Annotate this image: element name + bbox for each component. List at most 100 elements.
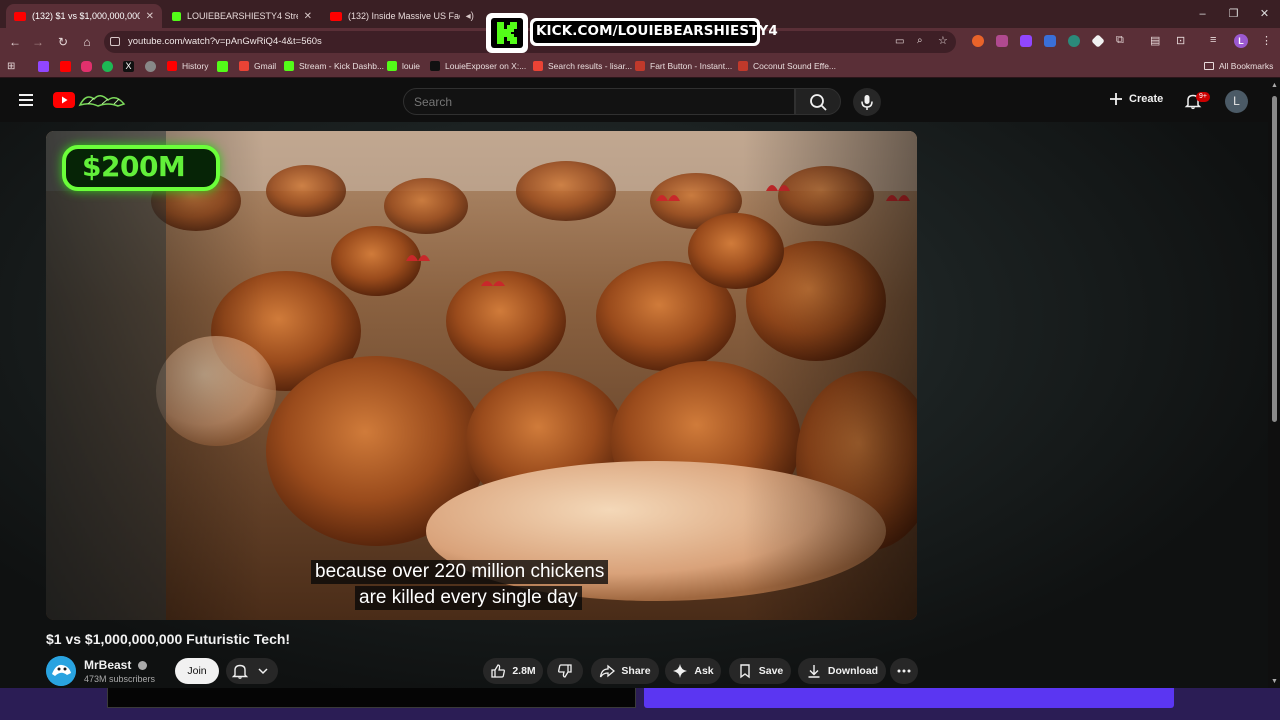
verified-icon [137,661,147,671]
channel-doodle-logo[interactable] [78,91,128,109]
bookmark[interactable]: Fart Button - Instant... [635,61,732,71]
home-icon[interactable]: ⌂ [79,34,95,50]
downloads-icon[interactable]: ⊡ [1176,34,1185,47]
site-info-icon[interactable] [110,37,120,46]
caption-line-2: are killed every single day [355,586,582,610]
bookmark[interactable] [81,61,92,72]
bookmark[interactable] [102,61,113,72]
menu-icon[interactable]: ⋮ [1261,34,1272,47]
zoom-icon[interactable]: ⌕ [917,35,923,46]
tab-title: (132) Inside Massive US Factories [348,11,460,21]
bookmark[interactable] [217,61,228,72]
x-icon: X [123,61,134,72]
extension-icon[interactable] [972,35,984,47]
url-text[interactable]: youtube.com/watch?v=pAnGwRiQ4-4&t=560s [128,36,322,47]
scrollbar-thumb[interactable] [1272,96,1277,422]
bookmark-label: Coconut Sound Effe... [753,61,837,71]
subscriber-count: 473M subscribers [84,674,156,684]
share-button[interactable]: Share [591,658,659,684]
back-icon[interactable]: ← [7,34,23,50]
tab-kick-stream[interactable]: LOUIEBEARSHIESTY4 Stream - Kick ✕ [164,4,320,28]
sidepanel-icon[interactable]: ▤ [1150,34,1160,47]
x-icon [430,61,440,71]
overlay-panel-left [107,688,636,708]
channel-name-text: MrBeast [84,658,132,672]
bookmark[interactable]: Coconut Sound Effe... [738,61,836,71]
video-title: $1 vs $1,000,000,000 Futuristic Tech! [46,631,291,647]
bookmark[interactable]: Stream - Kick Dashb... [284,61,384,71]
bookmark[interactable] [145,61,156,72]
bookmark-label: Fart Button - Instant... [650,61,733,71]
twitch-extension-icon[interactable] [1020,35,1032,47]
kick-icon [172,11,181,21]
minimize-icon[interactable]: – [1187,0,1218,28]
video-player[interactable] [46,131,917,620]
close-icon[interactable]: ✕ [304,11,312,22]
reload-icon[interactable]: ↻ [55,34,71,50]
close-icon[interactable]: ✕ [146,11,154,22]
extension-icon[interactable] [1044,35,1056,47]
bookmark[interactable]: Gmail [239,61,276,71]
join-button[interactable]: Join [175,658,219,684]
dislike-button[interactable] [547,658,583,684]
bookmark[interactable]: X [123,61,134,72]
apps-icon[interactable]: ⊞ [7,61,15,72]
download-icon [808,665,820,678]
puzzle-icon[interactable]: ⧉ [1116,34,1124,47]
kick-icon [217,61,228,72]
bookmark[interactable] [38,61,49,72]
create-button[interactable]: Create [1108,91,1163,107]
channel-avatar[interactable] [46,656,76,686]
forward-icon[interactable]: → [30,34,46,50]
thumbs-up-icon [491,664,506,678]
tab-factories-video[interactable]: (132) Inside Massive US Factories ◂) [322,4,482,28]
globe-icon [145,61,156,72]
search-input[interactable] [406,89,791,114]
bookmark[interactable]: Search results - lisar... [533,61,632,71]
extension-icon[interactable] [996,35,1008,47]
subscription-bell-button[interactable] [226,658,278,684]
microphone-icon [861,95,873,110]
ask-button[interactable]: Ask [665,658,721,684]
bookmark[interactable] [60,61,71,72]
account-avatar[interactable]: L [1225,90,1248,113]
gmail-icon [239,61,249,71]
more-actions-button[interactable] [890,658,918,684]
media-icon[interactable]: ≡ [1210,34,1216,46]
scroll-down-icon[interactable]: ▼ [1271,678,1278,685]
search-button[interactable] [795,88,841,115]
speaker-icon[interactable]: ◂) [466,11,474,22]
bookmark-label: louie [402,61,420,71]
chicken-farm-frame [46,131,917,620]
twitch-icon [38,61,49,72]
bookmark[interactable]: LouieExposer on X:... [430,61,526,71]
bookmark[interactable]: History [167,61,208,71]
share-icon [600,664,616,678]
like-button[interactable]: 2.8M [483,658,543,684]
profile-avatar[interactable]: L [1234,34,1248,48]
bookmark-icon [740,664,750,679]
close-window-icon[interactable]: ✕ [1249,0,1280,28]
voice-search-button[interactable] [853,88,881,116]
sound-icon [738,61,748,71]
tab-youtube-video[interactable]: (132) $1 vs $1,000,000,000 Futuristic Te… [6,4,162,28]
save-button[interactable]: Save [729,658,791,684]
youtube-logo-icon[interactable] [53,92,75,108]
bookmark-label: Stream - Kick Dashb... [299,61,385,71]
extension-icon[interactable] [1068,35,1080,47]
scroll-up-icon[interactable]: ▲ [1271,82,1278,89]
restore-icon[interactable]: ❐ [1218,0,1249,28]
hamburger-menu-icon[interactable] [19,94,33,106]
kick-handle-text: KICK.COM/LOUIEBEARSHIESTY4 [536,23,778,39]
youtube-icon [167,61,177,71]
all-bookmarks[interactable]: All Bookmarks [1204,61,1273,71]
star-icon[interactable]: ☆ [938,34,948,47]
price-badge-text: $200M [82,150,186,183]
share-label: Share [621,665,651,677]
cast-icon[interactable]: ▭ [895,36,904,47]
download-button[interactable]: Download [798,658,886,684]
channel-name[interactable]: MrBeast [84,658,147,672]
kick-icon [387,61,397,71]
youtube-icon [14,11,26,21]
bookmark[interactable]: louie [387,61,420,71]
